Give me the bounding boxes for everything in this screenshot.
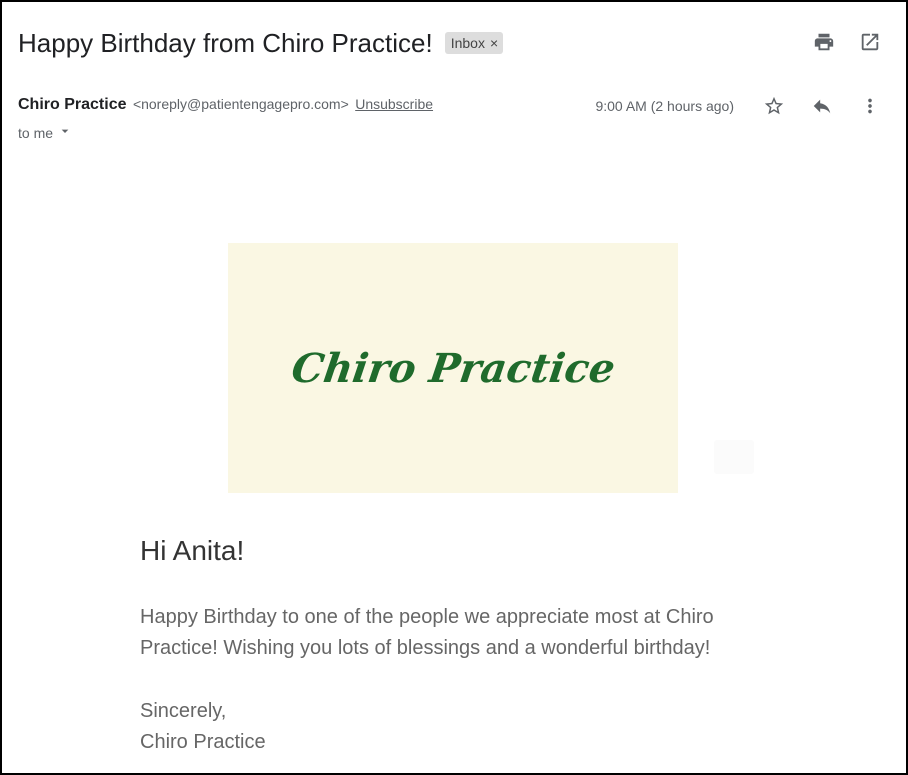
recipients-row: to me xyxy=(18,123,73,142)
email-message: Happy Birthday to one of the people we a… xyxy=(140,606,714,659)
top-actions xyxy=(812,30,882,54)
sender-name[interactable]: Chiro Practice xyxy=(18,96,126,113)
inbox-label-chip[interactable]: Inbox × xyxy=(444,32,504,54)
email-banner-image: Chiro Practice xyxy=(228,243,678,493)
sender-row: Chiro Practice <noreply@patientengagepro… xyxy=(18,96,882,118)
email-time: 9:00 AM (2 hours ago) xyxy=(595,98,734,114)
sender-email: <noreply@patientengagepro.com> xyxy=(132,96,349,112)
email-greeting: Hi Anita! xyxy=(140,535,245,566)
recipients-text: to me xyxy=(18,124,54,141)
reply-icon[interactable] xyxy=(810,94,834,118)
practice-logo: Chiro Practice xyxy=(288,344,618,392)
signoff-line-1: Sincerely, xyxy=(140,700,227,722)
signoff-line-2: Chiro Practice xyxy=(140,731,266,753)
more-vertical-icon[interactable] xyxy=(858,94,882,118)
label-text: Inbox xyxy=(450,35,485,51)
message-actions xyxy=(762,94,882,118)
open-in-new-window-icon[interactable] xyxy=(858,30,882,54)
remove-label-icon[interactable]: × xyxy=(490,35,498,51)
email-signoff: Sincerely, Chiro Practice xyxy=(140,696,266,758)
email-view: Happy Birthday from Chiro Practice! Inbo… xyxy=(0,0,908,775)
subject-row: Happy Birthday from Chiro Practice! Inbo… xyxy=(18,26,890,60)
image-download-button[interactable] xyxy=(714,440,754,474)
print-icon[interactable] xyxy=(812,30,836,54)
star-icon[interactable] xyxy=(762,94,786,118)
email-subject: Happy Birthday from Chiro Practice! xyxy=(18,27,433,58)
caret-down-icon[interactable] xyxy=(57,123,73,142)
unsubscribe-link[interactable]: Unsubscribe xyxy=(355,96,433,112)
